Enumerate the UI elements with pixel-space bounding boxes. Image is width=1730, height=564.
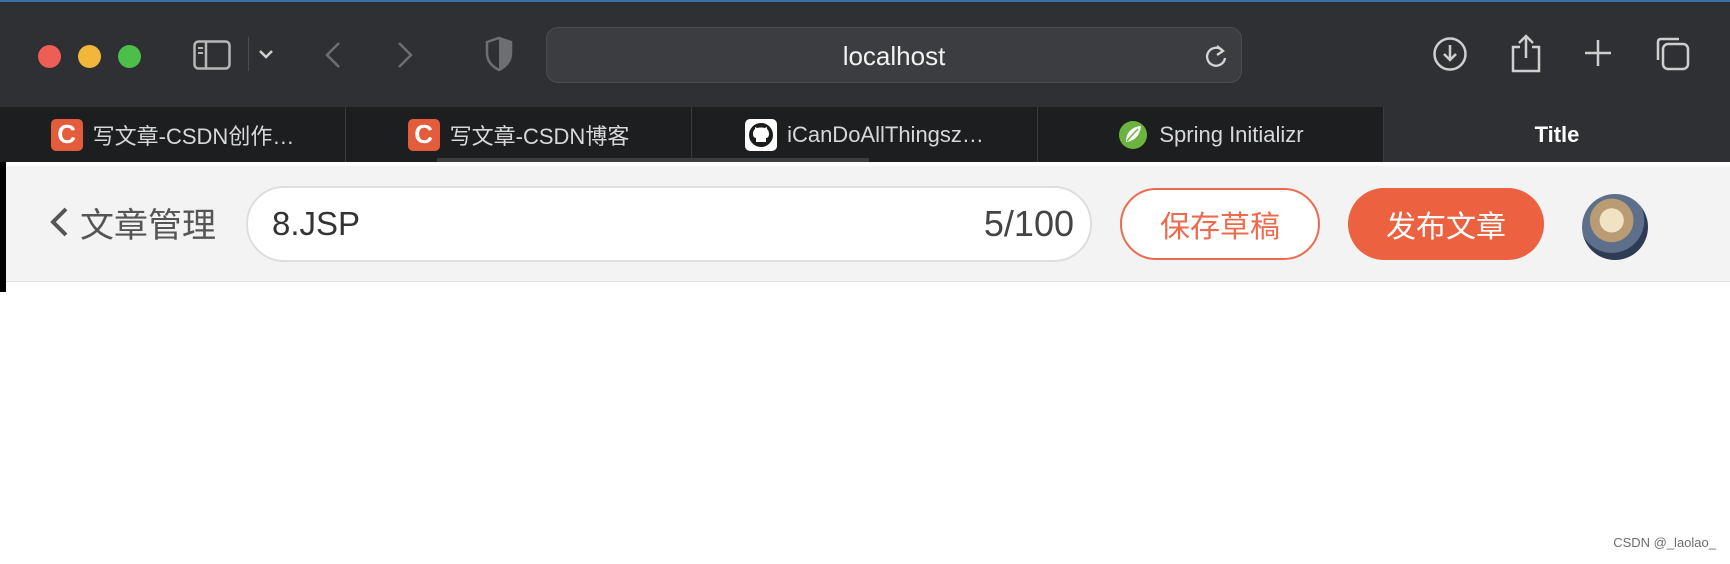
spring-icon <box>1117 119 1149 151</box>
tab-label: 写文章-CSDN创作… <box>92 123 295 149</box>
save-draft-button[interactable]: 保存草稿 <box>1120 188 1320 260</box>
github-icon <box>745 118 778 151</box>
minimize-window-button[interactable] <box>78 45 101 68</box>
forward-arrow-icon[interactable] <box>390 35 420 75</box>
privacy-shield-icon[interactable] <box>482 34 516 74</box>
download-icon[interactable] <box>1430 32 1470 76</box>
sidebar-icon[interactable] <box>192 35 232 75</box>
editor-header: 文章管理 8.JSP 5/100 保存草稿 发布文章 <box>6 166 1730 282</box>
page-content: 文章管理 8.JSP 5/100 保存草稿 发布文章 CSDN @_laolao… <box>6 166 1730 564</box>
tab-label: Title <box>1534 121 1580 147</box>
tab-csdn-blog[interactable]: C 写文章-CSDN博客 <box>346 107 692 162</box>
csdn-icon: C <box>50 118 83 151</box>
tab-label: iCanDoAllThingsz… <box>787 121 984 147</box>
tab-spring-initializr[interactable]: Spring Initializr <box>1038 107 1384 162</box>
browser-toolbar: localhost <box>0 0 1730 107</box>
reload-icon[interactable] <box>1203 42 1229 70</box>
address-bar[interactable]: localhost <box>546 27 1242 83</box>
new-tab-plus-icon[interactable] <box>1580 35 1616 71</box>
tab-overview-icon[interactable] <box>1652 33 1692 73</box>
tab-label: 写文章-CSDN博客 <box>449 123 630 149</box>
close-window-button[interactable] <box>38 45 61 68</box>
chevron-down-icon[interactable] <box>248 37 282 71</box>
tab-label: Spring Initializr <box>1159 121 1304 147</box>
csdn-icon: C <box>407 118 440 151</box>
back-arrow-icon[interactable] <box>318 35 348 75</box>
article-title-input[interactable]: 8.JSP 5/100 <box>246 186 1092 262</box>
chevron-left-icon <box>50 207 68 237</box>
csdn-watermark: CSDN @_laolao_ <box>1613 535 1716 550</box>
back-to-article-management[interactable]: 文章管理 <box>48 194 216 250</box>
share-icon[interactable] <box>1506 30 1546 76</box>
back-label: 文章管理 <box>80 206 216 245</box>
user-avatar[interactable] <box>1582 194 1648 260</box>
maximize-window-button[interactable] <box>118 45 141 68</box>
tab-scroll-indicator <box>437 158 869 162</box>
tab-csdn-create[interactable]: C 写文章-CSDN创作… <box>0 107 346 162</box>
url-text[interactable]: localhost <box>547 28 1241 84</box>
title-char-counter: 5/100 <box>983 203 1074 244</box>
article-title-value[interactable]: 8.JSP <box>272 188 360 260</box>
publish-article-button[interactable]: 发布文章 <box>1348 188 1544 260</box>
tab-title-active[interactable]: Title <box>1384 107 1730 162</box>
tab-bar: C 写文章-CSDN创作… C 写文章-CSDN博客 iCanDoAllThin… <box>0 107 1730 162</box>
browser-window: localhost C 写文章-CSDN创作… C 写文章-CSDN博客 iCa… <box>0 0 1730 564</box>
tab-github[interactable]: iCanDoAllThingsz… <box>692 107 1038 162</box>
